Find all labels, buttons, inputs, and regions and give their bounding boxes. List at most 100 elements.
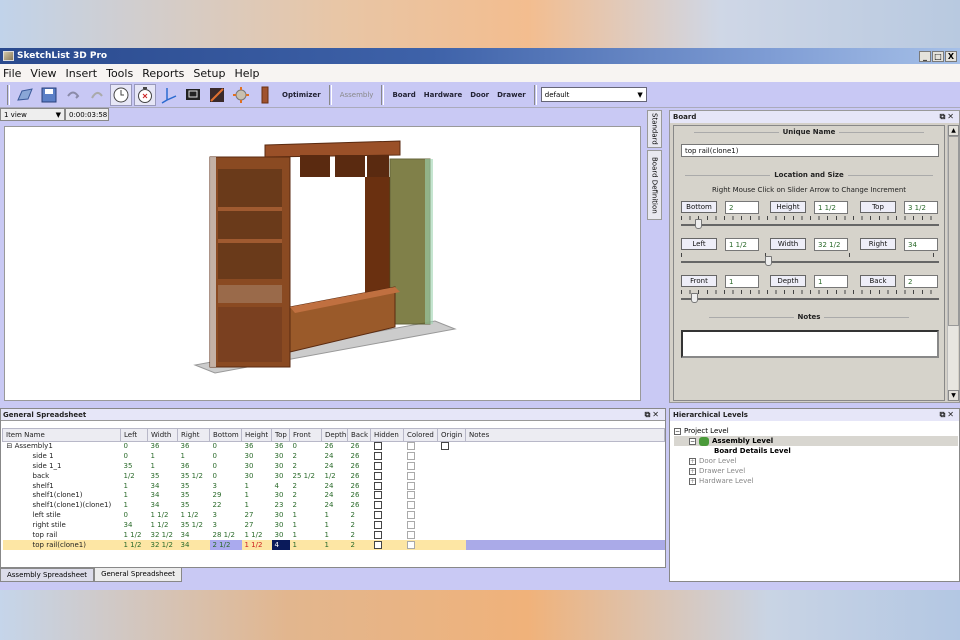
value-cell[interactable]: 2 (290, 451, 322, 461)
value-cell[interactable]: 2 (348, 531, 371, 541)
board-icon[interactable] (254, 84, 276, 106)
item-name-cell[interactable]: top rail(clone1) (2, 540, 121, 551)
menu-view[interactable]: View (30, 67, 56, 80)
tree-node[interactable]: − Assembly Level (674, 436, 958, 446)
value-cell[interactable]: 4 (271, 540, 290, 551)
value-cell[interactable]: 34 (148, 491, 178, 501)
value-cell[interactable]: 2 1/2 (209, 540, 242, 551)
colored-checkbox[interactable] (406, 540, 415, 549)
value-cell[interactable]: 1 (322, 511, 348, 521)
colored-checkbox[interactable] (406, 501, 415, 510)
value-cell[interactable]: 30 (272, 491, 290, 501)
table-row[interactable]: side 1 0 1 1 0 30 30 2 24 26 (3, 451, 665, 461)
column-header[interactable]: Colored (403, 428, 438, 442)
hidden-checkbox[interactable] (373, 491, 382, 500)
value-cell[interactable]: 32 1/2 (147, 540, 178, 551)
left-input[interactable]: 1 1/2 (725, 238, 759, 251)
toolbar-grip[interactable] (533, 84, 537, 105)
column-header[interactable]: Notes (465, 428, 665, 442)
column-header[interactable]: Origin (437, 428, 466, 442)
unique-name-input[interactable]: top rail(clone1) (681, 144, 939, 157)
value-cell[interactable]: 1 (148, 451, 178, 461)
hidden-checkbox[interactable] (373, 471, 382, 480)
value-cell[interactable]: 0 (210, 461, 242, 471)
column-header[interactable]: Height (241, 428, 272, 442)
hidden-checkbox[interactable] (373, 461, 382, 470)
value-cell[interactable]: 1/2 (322, 471, 348, 481)
menu-file[interactable]: File (3, 67, 21, 80)
value-cell[interactable]: 2 (290, 491, 322, 501)
value-cell[interactable]: 1 1/2 (121, 531, 148, 541)
height-input[interactable]: 1 1/2 (814, 201, 848, 214)
minimize-button[interactable]: _ (919, 50, 931, 62)
slider-thumb[interactable] (691, 293, 698, 303)
value-cell[interactable]: 2 (347, 540, 371, 551)
tab-standard[interactable]: Standard (647, 110, 662, 148)
table-row[interactable]: top rail(clone1) 1 1/2 32 1/2 34 2 1/2 1 1/2 4… (2, 540, 665, 551)
value-cell[interactable]: 1 (121, 481, 148, 491)
column-header[interactable]: Width (147, 428, 178, 442)
close-button[interactable]: X (945, 50, 957, 62)
bottom-button[interactable]: Bottom (681, 201, 717, 213)
value-cell[interactable]: 30 (272, 471, 290, 481)
table-row[interactable]: left stile 0 1 1/2 1 1/2 3 27 30 1 1 2 (3, 511, 665, 521)
item-name-cell[interactable]: shelf1(clone1)(clone1) (3, 501, 121, 511)
colored-checkbox[interactable] (406, 481, 415, 490)
colored-checkbox[interactable] (406, 511, 415, 520)
colored-checkbox[interactable] (406, 491, 415, 500)
tab-general-spreadsheet[interactable]: General Spreadsheet (94, 568, 182, 582)
collapse-icon[interactable]: − (674, 427, 681, 435)
colored-checkbox[interactable] (406, 451, 415, 460)
value-cell[interactable]: 1 (290, 531, 322, 541)
value-cell[interactable]: 30 (272, 511, 290, 521)
front-button[interactable]: Front (681, 275, 717, 287)
value-cell[interactable]: 1 (242, 501, 272, 511)
value-cell[interactable]: 35 (148, 471, 178, 481)
item-name-cell[interactable]: side 1 (3, 451, 121, 461)
value-cell[interactable]: 1 (322, 531, 348, 541)
bottom-input[interactable]: 2 (725, 201, 759, 214)
hidden-checkbox[interactable] (373, 511, 382, 520)
notes-cell[interactable] (466, 521, 665, 531)
value-cell[interactable]: 0 (121, 442, 148, 452)
left-slider[interactable] (681, 253, 939, 267)
value-cell[interactable]: 26 (348, 501, 371, 511)
tree-node[interactable]: + Door Level (674, 456, 958, 466)
value-cell[interactable]: 35 (121, 461, 148, 471)
expand-icon[interactable]: + (689, 477, 696, 485)
tab-board-definition[interactable]: Board Definition (647, 150, 662, 220)
value-cell[interactable]: 27 (242, 511, 272, 521)
front-input[interactable]: 1 (725, 275, 759, 288)
value-cell[interactable]: 1 (321, 540, 348, 551)
item-name-cell[interactable]: right stile (3, 521, 121, 531)
value-cell[interactable]: 1 1/2 (178, 511, 210, 521)
pdf-icon[interactable] (206, 84, 228, 106)
value-cell[interactable]: 30 (272, 531, 290, 541)
value-cell[interactable]: 0 (290, 442, 322, 452)
value-cell[interactable]: 34 (121, 521, 148, 531)
value-cell[interactable]: 3 (210, 521, 242, 531)
value-cell[interactable]: 35 (178, 481, 210, 491)
value-cell[interactable]: 1 (178, 451, 210, 461)
value-cell[interactable]: 2 (290, 481, 322, 491)
view-select[interactable]: 1 view ▼ (0, 108, 65, 121)
menu-tools[interactable]: Tools (106, 67, 133, 80)
item-name-cell[interactable]: back (3, 471, 121, 481)
value-cell[interactable]: 1 (289, 540, 322, 551)
value-cell[interactable]: 1 (121, 501, 148, 511)
depth-input[interactable]: 1 (814, 275, 848, 288)
table-row[interactable]: shelf1(clone1) 1 34 35 29 1 30 2 24 26 (3, 491, 665, 501)
hardware-button[interactable]: Hardware (424, 91, 462, 99)
hidden-checkbox[interactable] (373, 442, 382, 451)
notes-cell[interactable] (466, 471, 665, 481)
column-header[interactable]: Left (120, 428, 148, 442)
value-cell[interactable]: 2 (290, 461, 322, 471)
item-name-cell[interactable]: left stile (3, 511, 121, 521)
value-cell[interactable]: 30 (272, 451, 290, 461)
value-cell[interactable]: 1 1/2 (241, 540, 272, 551)
redo-icon[interactable] (86, 84, 108, 106)
item-name-cell[interactable]: ⊟ Assembly1 (3, 442, 121, 452)
expand-icon[interactable]: + (689, 457, 696, 465)
value-cell[interactable]: 1/2 (121, 471, 148, 481)
value-cell[interactable]: 1 (242, 481, 272, 491)
